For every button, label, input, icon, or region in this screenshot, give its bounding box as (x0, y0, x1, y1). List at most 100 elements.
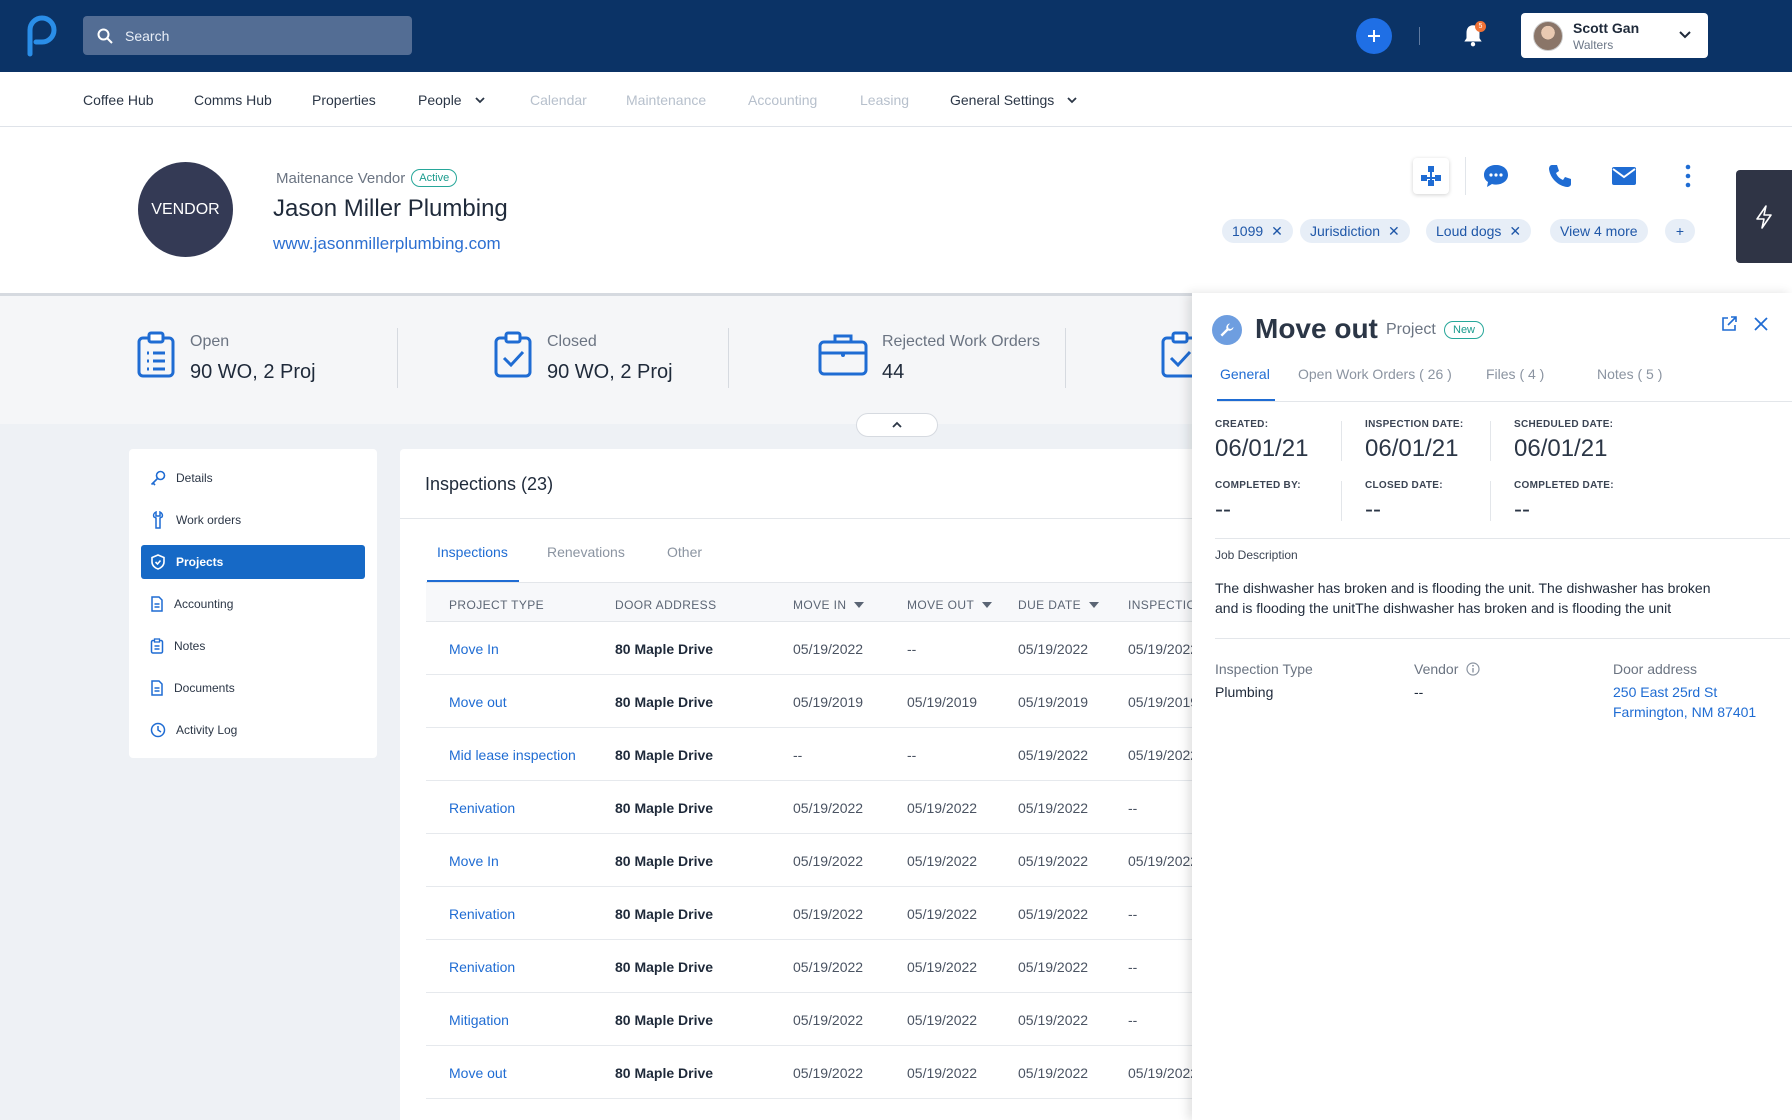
chevron-up-icon (892, 421, 902, 428)
column-due-date[interactable]: DUE DATE (1018, 598, 1099, 612)
table-row[interactable]: Mid lease inspection 80 Maple Drive -- -- 05… (426, 728, 1200, 781)
completed-date-value: -- (1514, 496, 1530, 523)
table-row[interactable]: Renivation 80 Maple Drive 05/19/2022 05/19/… (426, 940, 1200, 993)
sidebar-item-projects[interactable]: Projects (141, 545, 365, 579)
email-button[interactable] (1606, 158, 1642, 194)
column-move-in[interactable]: MOVE IN (793, 598, 865, 612)
vendor-website-link[interactable]: www.jasonmillerplumbing.com (273, 234, 501, 254)
stat-value: 44 (882, 361, 905, 383)
clipboard-check-icon (494, 331, 532, 378)
table-cell: -- (1128, 906, 1138, 922)
table-cell: 05/19/2022 (793, 853, 864, 869)
tag-loud-dogs[interactable]: Loud dogs ✕ (1426, 219, 1532, 243)
search-input[interactable]: Search (83, 16, 412, 55)
column-door-address[interactable]: DOOR ADDRESS (615, 598, 717, 612)
sidebar-item-activity-log[interactable]: Activity Log (141, 713, 365, 747)
close-icon[interactable] (1752, 315, 1770, 333)
project-type-link[interactable]: Renivation (449, 906, 515, 922)
table-cell: 05/19/2022 (1018, 853, 1089, 869)
table-cell: -- (1128, 800, 1138, 816)
card-title: Inspections (23) (425, 474, 554, 494)
shield-icon (151, 554, 165, 570)
stat-divider (397, 328, 398, 388)
status-badge: Active (411, 169, 458, 187)
tab-notes[interactable]: Notes ( 5 ) (1597, 366, 1662, 382)
project-type-link[interactable]: Mid lease inspection (449, 747, 576, 763)
external-link-icon[interactable] (1720, 315, 1738, 333)
phone-icon (1549, 165, 1571, 187)
sidebar-item-details[interactable]: Details (141, 461, 365, 495)
table-row[interactable]: Move out 80 Maple Drive 05/19/2019 05/19/20… (426, 675, 1200, 728)
table-cell: 80 Maple Drive (615, 800, 714, 816)
lightning-icon (1756, 204, 1772, 229)
nav-item-properties[interactable]: Properties (312, 92, 376, 108)
tag-1099[interactable]: 1099 ✕ (1222, 219, 1293, 243)
table-row[interactable]: Move In 80 Maple Drive 05/19/2022 -- 05/19/2… (426, 622, 1200, 675)
column-move-out[interactable]: MOVE OUT (907, 598, 993, 612)
view-more-tags-button[interactable]: View 4 more (1550, 219, 1648, 243)
quick-actions-button[interactable] (1736, 170, 1792, 263)
table-row[interactable]: Move In 80 Maple Drive 05/19/2022 05/19/202… (426, 834, 1200, 887)
project-type-link[interactable]: Move out (449, 1065, 507, 1081)
sidebar-item-accounting[interactable]: Accounting (141, 587, 365, 621)
tab-general[interactable]: General (1220, 366, 1270, 382)
table-cell: 80 Maple Drive (615, 959, 714, 975)
column-inspection[interactable]: INSPECTIO (1128, 598, 1196, 612)
nav-item-coffee-hub[interactable]: Coffee Hub (83, 92, 154, 108)
project-type-link[interactable]: Mitigation (449, 1012, 509, 1028)
user-name: Scott Gan (1573, 19, 1640, 36)
call-button[interactable] (1542, 158, 1578, 194)
nav-item-general-settings[interactable]: General Settings (950, 92, 1078, 108)
project-type-link[interactable]: Renivation (449, 959, 515, 975)
divider (1215, 638, 1790, 639)
app-logo-icon[interactable] (22, 14, 62, 58)
table-row[interactable]: Mitigation 80 Maple Drive 05/19/2022 05/19/… (426, 993, 1200, 1046)
close-icon[interactable]: ✕ (1509, 223, 1521, 240)
project-type-link[interactable]: Move In (449, 853, 499, 869)
door-address-link[interactable]: 250 East 25rd St Farmington, NM 87401 (1613, 682, 1756, 722)
stat-label: Rejected Work Orders (882, 333, 1040, 350)
table-cell: 80 Maple Drive (615, 853, 714, 869)
side-menu: Details Work orders Projects Accounting … (129, 449, 377, 758)
sidebar-item-work-orders[interactable]: Work orders (141, 503, 365, 537)
nav-item-comms-hub[interactable]: Comms Hub (194, 92, 272, 108)
job-description-label: Job Description (1215, 548, 1298, 562)
completed-by-label: COMPLETED BY: (1215, 480, 1301, 491)
more-options-button[interactable] (1670, 158, 1706, 194)
close-icon[interactable]: ✕ (1271, 223, 1283, 240)
add-tag-button[interactable]: + (1665, 219, 1695, 243)
tab-renevations[interactable]: Renevations (547, 544, 625, 560)
sidebar-item-documents[interactable]: Documents (141, 671, 365, 705)
project-type-link[interactable]: Move In (449, 641, 499, 657)
tab-open-work-orders[interactable]: Open Work Orders ( 26 ) (1298, 366, 1452, 382)
nav-item-people[interactable]: People (418, 92, 486, 108)
sidebar-item-notes[interactable]: Notes (141, 629, 365, 663)
tab-inspections[interactable]: Inspections (437, 544, 508, 560)
briefcase-icon (818, 334, 868, 376)
stat-value: 90 WO, 2 Proj (190, 361, 316, 383)
user-menu[interactable]: Scott Gan Walters (1521, 13, 1708, 58)
table-row[interactable]: Move out 80 Maple Drive 05/19/2022 05/19/20… (426, 1046, 1200, 1099)
tab-other[interactable]: Other (667, 544, 702, 560)
user-org: Walters (1573, 37, 1614, 52)
plus-icon (1368, 30, 1380, 42)
network-button[interactable] (1413, 158, 1449, 194)
nav-item-leasing: Leasing (860, 92, 910, 108)
inspection-date-value: 06/01/21 (1365, 435, 1459, 462)
create-button[interactable] (1356, 18, 1392, 54)
table-cell: -- (907, 641, 917, 657)
search-placeholder: Search (125, 27, 170, 44)
project-type-link[interactable]: Move out (449, 694, 507, 710)
table-cell: 05/19/2022 (793, 641, 864, 657)
project-type-link[interactable]: Renivation (449, 800, 515, 816)
tag-jurisdiction[interactable]: Jurisdiction ✕ (1300, 219, 1410, 243)
close-icon[interactable]: ✕ (1388, 223, 1400, 240)
table-row[interactable]: Renivation 80 Maple Drive 05/19/2022 05/19/… (426, 781, 1200, 834)
chat-button[interactable] (1478, 158, 1514, 194)
table-row[interactable]: Renivation 80 Maple Drive 05/19/2022 05/19/… (426, 887, 1200, 940)
column-project-type[interactable]: PROJECT TYPE (449, 598, 544, 612)
collapse-stats-button[interactable] (856, 413, 938, 437)
info-icon[interactable] (1466, 662, 1480, 676)
tab-files[interactable]: Files ( 4 ) (1486, 366, 1544, 382)
job-description-text: The dishwasher has broken and is floodin… (1215, 580, 1711, 616)
